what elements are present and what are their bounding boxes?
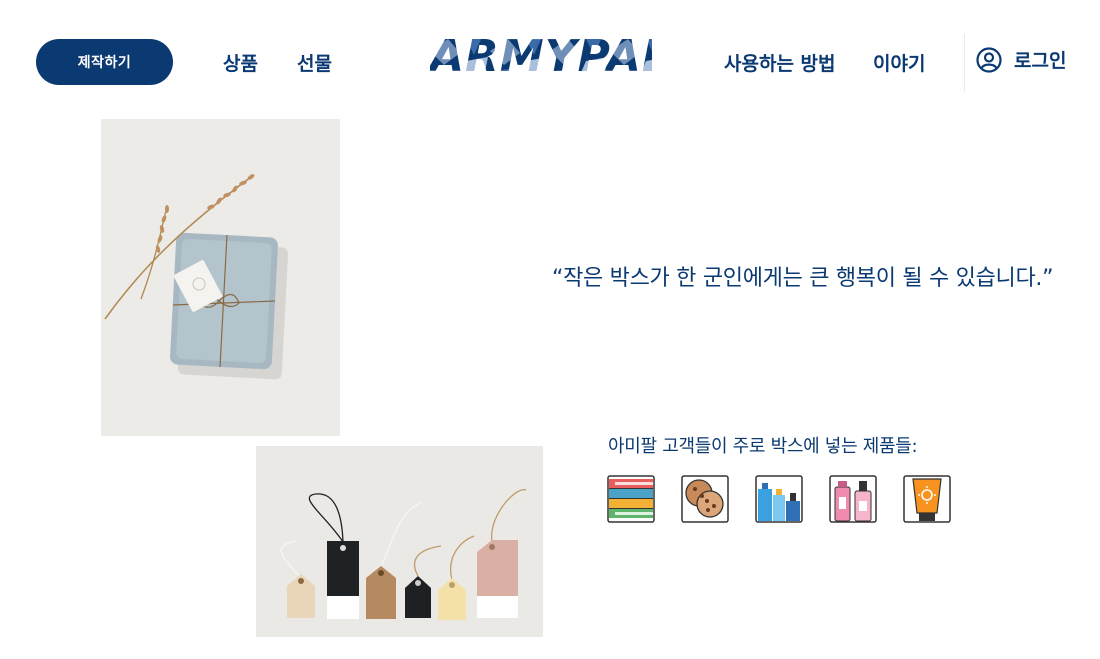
make-button[interactable]: 제작하기 xyxy=(36,39,173,85)
bottles-icon xyxy=(755,475,803,523)
books-icon xyxy=(607,475,655,523)
nav-gift[interactable]: 선물 xyxy=(297,49,332,76)
sunscreen-icon xyxy=(903,475,951,523)
nav-story[interactable]: 이야기 xyxy=(873,49,925,76)
nav-products[interactable]: 상품 xyxy=(223,49,258,76)
armypal-logo[interactable]: ARMYPAL xyxy=(427,31,670,82)
tags-photo xyxy=(256,446,543,637)
logo-text: ARMYPAL xyxy=(430,31,652,79)
header-divider xyxy=(964,34,965,92)
product-icon-list xyxy=(607,475,951,523)
login-label: 로그인 xyxy=(1014,50,1067,72)
user-circle-icon xyxy=(976,46,1002,73)
products-title: 아미팔 고객들이 주로 박스에 넣는 제품들: xyxy=(608,436,918,457)
hero-quote: “작은 박스가 한 군인에게는 큰 행복이 될 수 있습니다.” xyxy=(552,266,1054,291)
login-button[interactable]: 로그인 xyxy=(976,46,1066,73)
nav-how-to-use[interactable]: 사용하는 방법 xyxy=(724,49,836,76)
package-photo xyxy=(101,119,340,436)
cookies-icon xyxy=(681,475,729,523)
cosmetics-icon xyxy=(829,475,877,523)
